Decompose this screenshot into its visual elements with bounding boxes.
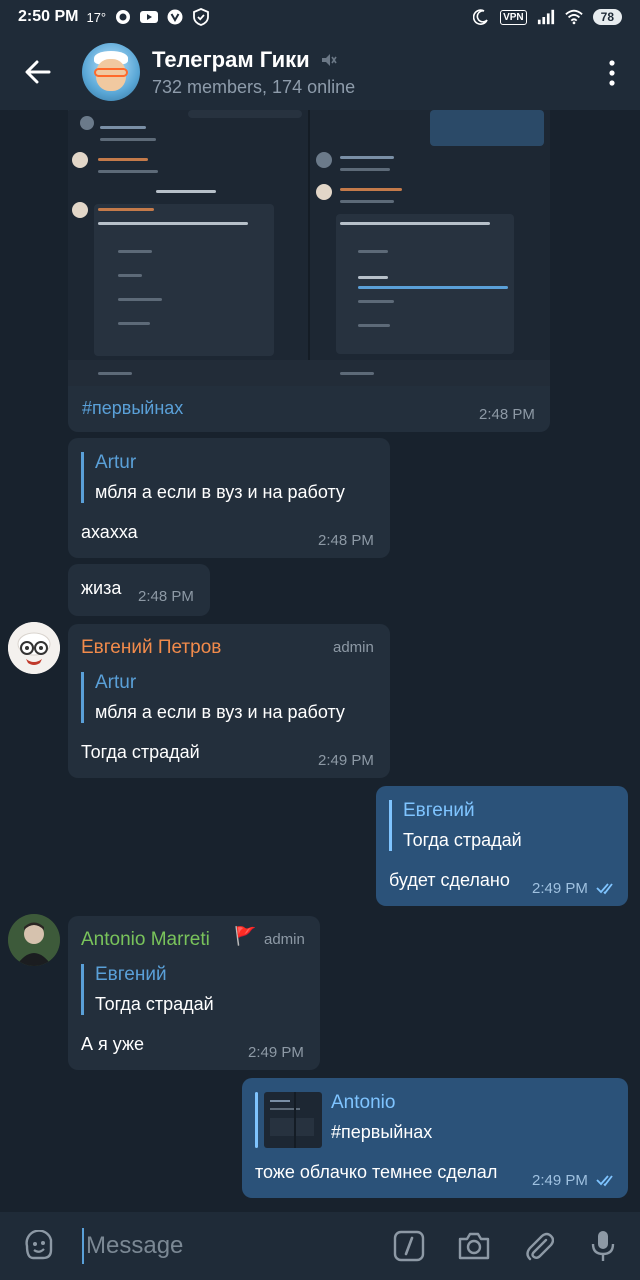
bot-command-icon [393, 1230, 425, 1262]
shield-icon [192, 8, 210, 26]
reply-sender: Antonio [331, 1092, 396, 1113]
message-time: 2:49 PM [248, 1044, 304, 1061]
message-input[interactable]: Message [86, 1232, 183, 1260]
message-bubble[interactable]: жиза 2:48 PM [68, 564, 210, 616]
message-text: ахахха [81, 522, 138, 542]
reply-sender: Евгений [403, 800, 475, 821]
reply-sender: Artur [95, 672, 137, 693]
message-bubble-outgoing[interactable]: Евгений Тогда страдай будет сделано 2:49… [376, 786, 628, 906]
battery-indicator: 78 [592, 9, 622, 25]
message-text: жиза [81, 578, 122, 598]
reply-sender: Евгений [95, 964, 167, 985]
sender-badge: 🚩 [234, 926, 257, 946]
chat-avatar[interactable] [82, 43, 140, 101]
mute-icon [321, 53, 337, 66]
more-vertical-icon [609, 60, 615, 86]
message-time: 2:48 PM [479, 406, 535, 423]
reply-quote[interactable]: Евгений Тогда страдай [389, 800, 522, 851]
chat-info[interactable]: Телеграм Гики 732 members, 174 online [152, 47, 355, 98]
reply-sender: Artur [95, 452, 137, 473]
signal-icon [537, 8, 555, 26]
message-time: 2:49 PM [532, 880, 588, 897]
message-time: 2:49 PM [532, 1172, 588, 1189]
read-checks-icon [596, 883, 613, 895]
status-time: 2:50 PM [18, 8, 79, 25]
text-cursor [82, 1228, 84, 1264]
sender-name[interactable]: Antonio Marreti [81, 929, 210, 951]
message-bubble-outgoing[interactable]: Antonio #первыйнах тоже облачко темнее с… [242, 1078, 628, 1198]
back-arrow-icon [25, 60, 51, 84]
reply-text: #первыйнах [331, 1122, 433, 1142]
message-text: тоже облачко темнее сделал [255, 1162, 498, 1182]
vpn-badge: VPN [500, 9, 527, 25]
vivaldi-icon [166, 8, 184, 26]
reply-thumbnail[interactable] [264, 1092, 322, 1148]
avatar-evgeniy[interactable] [8, 622, 60, 674]
message-bubble[interactable]: Antonio Marreti 🚩 admin Евгений Тогда ст… [68, 916, 320, 1070]
sticker-button[interactable] [22, 1229, 56, 1263]
avatar-antonio[interactable] [8, 914, 60, 966]
camera-icon [458, 1232, 490, 1260]
message-bubble[interactable]: Евгений Петров admin Artur мбля а если в… [68, 624, 390, 778]
attach-icon [526, 1232, 554, 1261]
message-text: Тогда страдай [81, 742, 200, 762]
reply-bar [255, 1092, 258, 1148]
sender-name[interactable]: Евгений Петров [81, 637, 221, 659]
avatar-image [8, 622, 60, 674]
message-bubble[interactable]: Artur мбля а если в вуз и на работу ахах… [68, 438, 390, 558]
photo-attachment[interactable] [68, 110, 550, 386]
reply-quote[interactable]: Artur мбля а если в вуз и на работу [81, 672, 345, 723]
message-input-bar: Message [0, 1212, 640, 1280]
microphone-icon [591, 1231, 615, 1261]
message-text: А я уже [81, 1034, 145, 1054]
moon-icon [472, 8, 490, 26]
voice-button[interactable] [586, 1229, 620, 1263]
status-temperature: 17° [86, 9, 107, 25]
camera-button[interactable] [457, 1229, 491, 1263]
message-time: 2:48 PM [138, 588, 194, 605]
admin-label: admin [264, 931, 305, 948]
read-checks-icon [596, 1175, 613, 1187]
admin-label: admin [333, 639, 374, 656]
attach-button[interactable] [522, 1229, 556, 1263]
youtube-icon [140, 8, 159, 26]
reply-quote[interactable]: Antonio #первыйнах [331, 1092, 432, 1143]
back-button[interactable] [0, 34, 76, 110]
chat-title: Телеграм Гики [152, 46, 310, 72]
wifi-icon [564, 8, 583, 26]
photo-caption[interactable]: #первыйнах [82, 398, 183, 419]
message-time: 2:48 PM [318, 532, 374, 549]
message-text: будет сделано [389, 870, 510, 890]
avatar-image [8, 914, 60, 966]
bot-command-button[interactable] [392, 1229, 426, 1263]
reply-text: Тогда страдай [95, 994, 214, 1014]
reply-text: мбля а если в вуз и на работу [95, 482, 345, 502]
notification-app-icon [114, 8, 132, 26]
reply-text: мбля а если в вуз и на работу [95, 702, 345, 722]
chat-header: Телеграм Гики 732 members, 174 online [0, 34, 640, 110]
reply-text: Тогда страдай [403, 830, 522, 850]
reply-quote[interactable]: Artur мбля а если в вуз и на работу [81, 452, 345, 503]
more-options-button[interactable] [606, 60, 618, 86]
chat-subtitle: 732 members, 174 online [152, 76, 356, 97]
status-bar: 2:50 PM 17° VPN 78 [0, 0, 640, 34]
message-time: 2:49 PM [318, 752, 374, 769]
sticker-icon [25, 1230, 53, 1260]
reply-quote[interactable]: Евгений Тогда страдай [81, 964, 214, 1015]
